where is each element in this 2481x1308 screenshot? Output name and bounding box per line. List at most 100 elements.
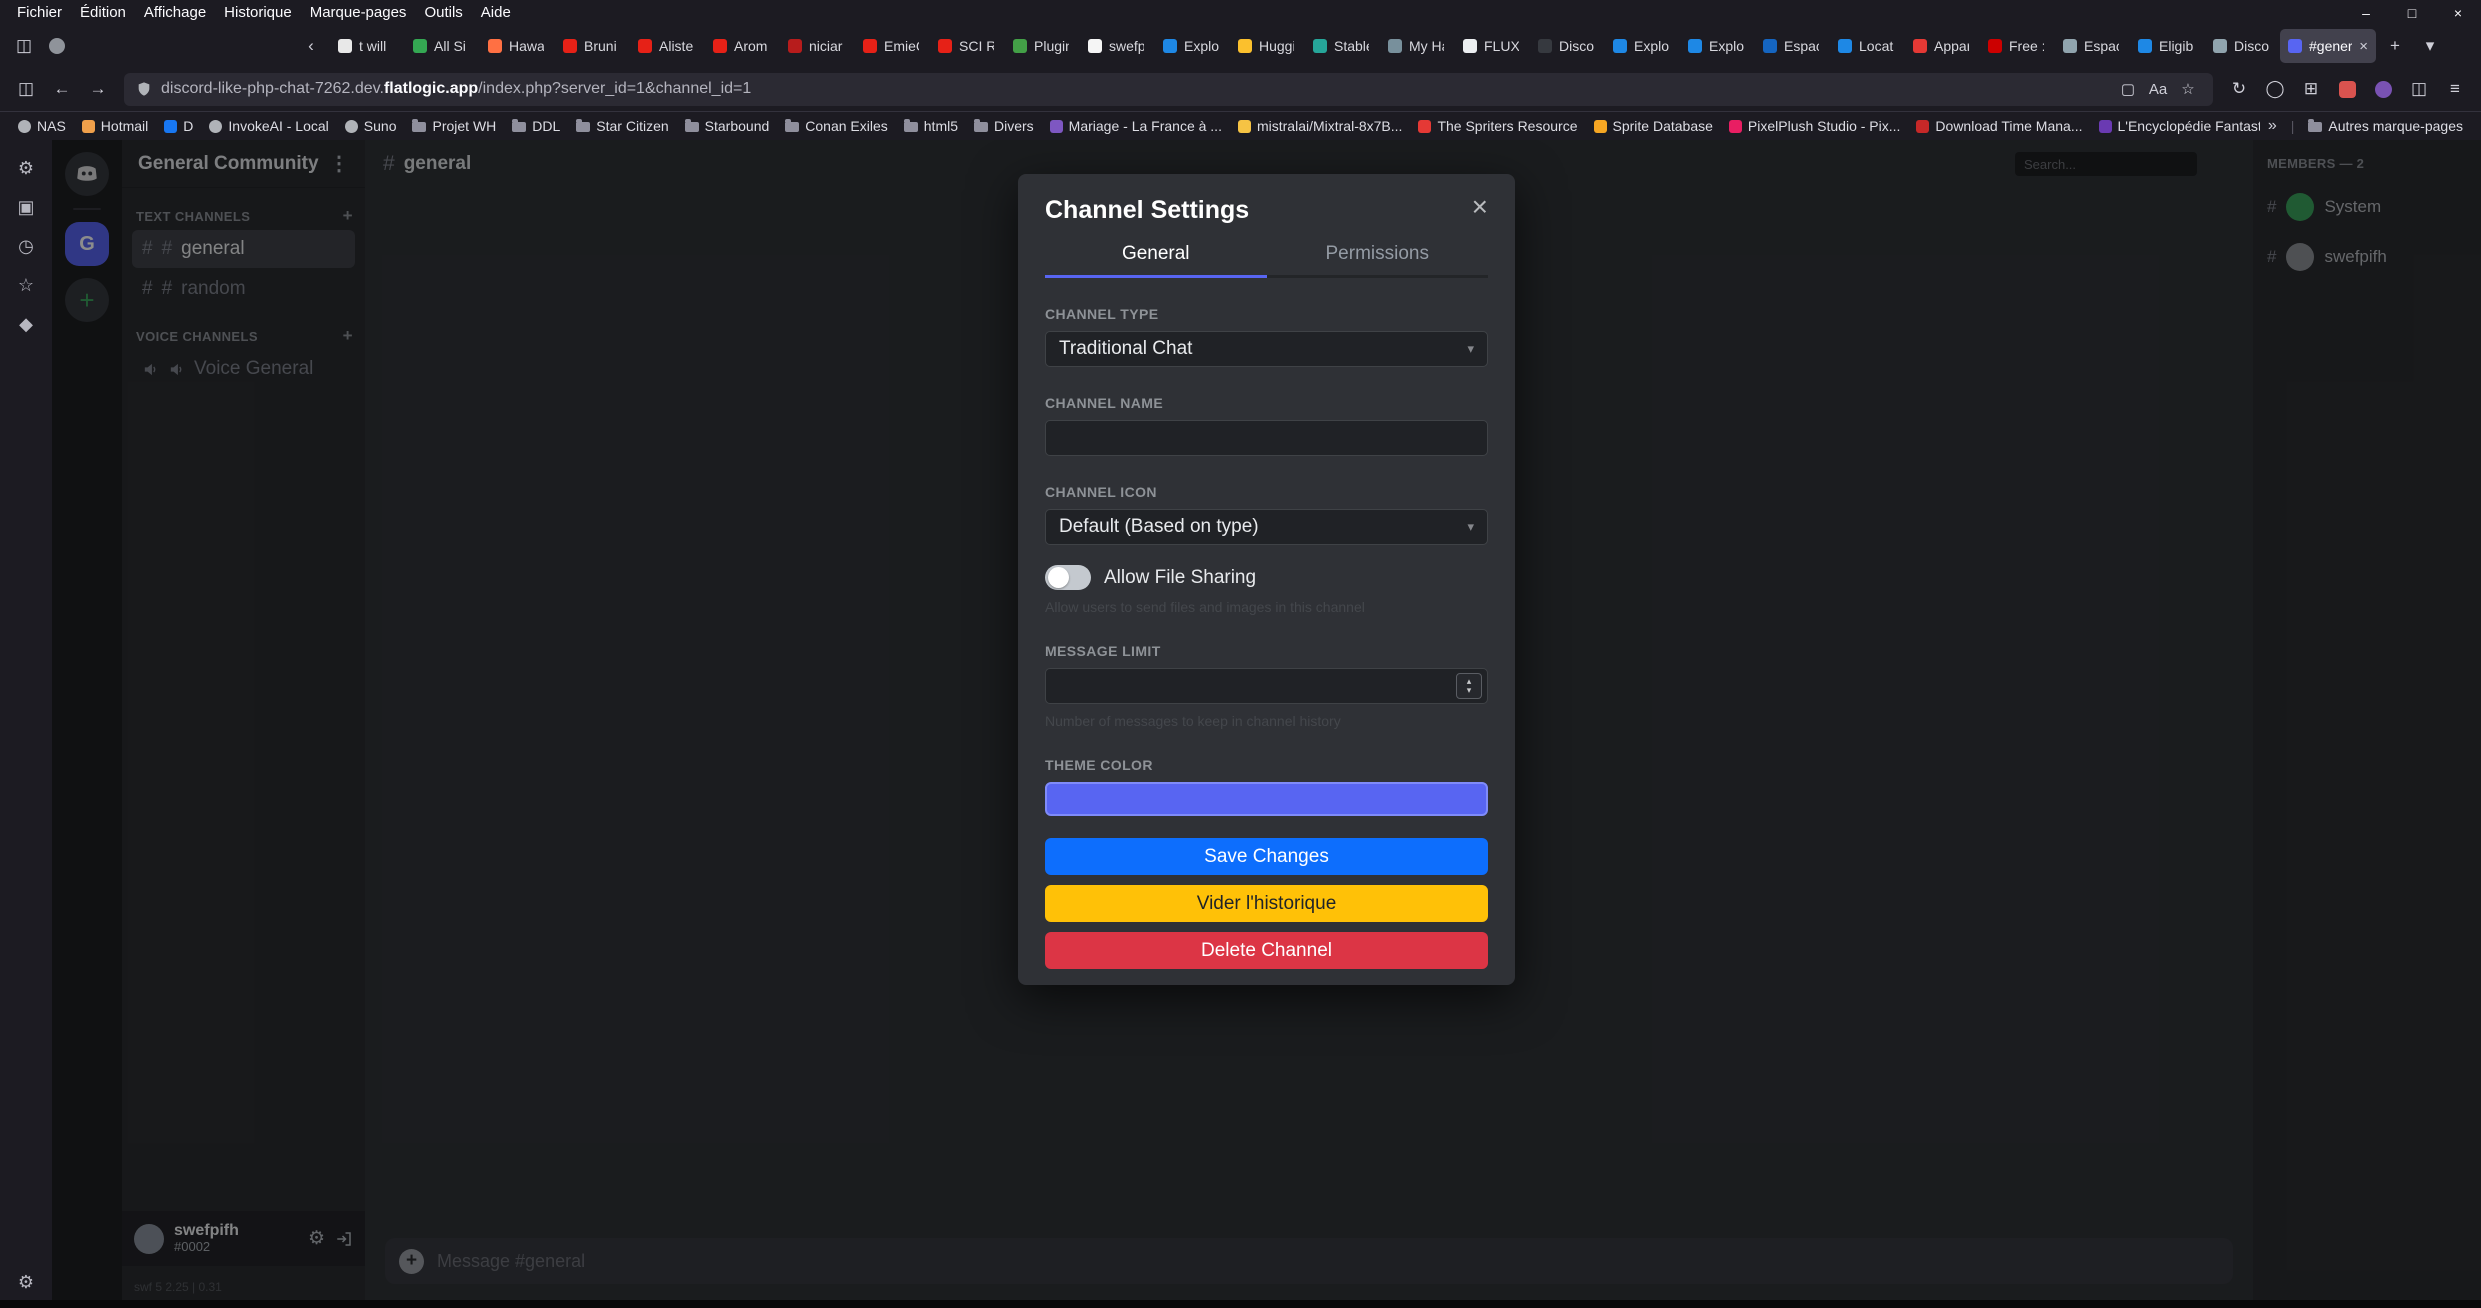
browser-tab[interactable]: niciar — [780, 29, 852, 63]
menu-marque-pages[interactable]: Marque-pages — [301, 4, 416, 21]
account-icon[interactable]: ◯ — [2259, 73, 2291, 105]
bookmark-folder-ddl[interactable]: DDL — [504, 115, 568, 137]
theme-color-input[interactable] — [1045, 782, 1488, 816]
channel-type-select[interactable]: Traditional Chat ▾ — [1045, 331, 1488, 367]
extensions-icon[interactable]: ⊞ — [2295, 73, 2327, 105]
menu-affichage[interactable]: Affichage — [135, 4, 215, 21]
browser-tab[interactable]: Espace ab — [2055, 29, 2127, 63]
adblock-extension-icon[interactable] — [2339, 81, 2356, 98]
browser-tab[interactable]: Explo — [1680, 29, 1752, 63]
browser-tab[interactable]: Huggi — [1230, 29, 1302, 63]
forward-icon[interactable]: → — [82, 73, 114, 105]
browser-tab[interactable]: Appar — [1905, 29, 1977, 63]
browser-tab[interactable]: FLUX. — [1455, 29, 1527, 63]
browser-tab[interactable]: Locati — [1830, 29, 1902, 63]
bookmark-folder-html5[interactable]: html5 — [896, 115, 966, 137]
settings-icon[interactable]: ⚙ — [14, 156, 38, 180]
scroll-tabs-left-icon[interactable]: ‹ — [295, 30, 327, 62]
browser-tab[interactable]: Free : — [1980, 29, 2052, 63]
bookmark-mistralai-mixtral-8x7b[interactable]: mistralai/Mixtral-8x7B... — [1230, 115, 1410, 137]
close-button[interactable]: × — [2435, 0, 2481, 25]
number-spinner[interactable]: ▴▾ — [1456, 673, 1482, 699]
purple-extension-icon-wrap[interactable] — [2367, 73, 2399, 105]
browser-tab-active[interactable]: #gener× — [2280, 29, 2376, 63]
browser-tab[interactable]: Plugin — [1005, 29, 1077, 63]
browser-tab[interactable]: Disco — [2205, 29, 2277, 63]
tab-close-icon[interactable]: × — [2359, 38, 2368, 55]
tab-permissions[interactable]: Permissions — [1267, 243, 1489, 278]
browser-tab[interactable]: Explo — [1605, 29, 1677, 63]
menu-fichier[interactable]: Fichier — [8, 4, 71, 21]
translate-icon[interactable]: Aa — [2145, 76, 2171, 102]
list-all-tabs-icon[interactable]: ▾ — [2414, 30, 2446, 62]
picture-in-picture-icon[interactable]: ▢ — [2115, 76, 2141, 102]
bookmark-invokeai-local[interactable]: InvokeAI - Local — [201, 115, 336, 137]
bookmark-d[interactable]: D — [156, 115, 201, 137]
bookmark-nas[interactable]: NAS — [10, 115, 74, 137]
browser-tab[interactable]: Eligib — [2130, 29, 2202, 63]
maximize-button[interactable]: □ — [2389, 0, 2435, 25]
bookmark-folder-star-citizen[interactable]: Star Citizen — [568, 115, 676, 137]
browser-tab[interactable]: All Si — [405, 29, 477, 63]
bookmark-download-time-mana[interactable]: Download Time Mana... — [1908, 115, 2090, 137]
firefox-view-button[interactable]: ◫ — [8, 30, 40, 62]
bookmark-l-encyclop-die-fantast[interactable]: L'Encyclopédie Fantast... — [2091, 115, 2260, 137]
history-icon[interactable]: ◷ — [14, 234, 38, 258]
sidebar-toggle-icon[interactable]: ◫ — [10, 73, 42, 105]
channel-icon-select[interactable]: Default (Based on type) ▾ — [1045, 509, 1488, 545]
channel-name-input[interactable] — [1045, 420, 1488, 456]
menu-dition[interactable]: Édition — [71, 4, 135, 21]
minimize-button[interactable]: – — [2343, 0, 2389, 25]
bookmark-the-spriters-resource[interactable]: The Spriters Resource — [1410, 115, 1585, 137]
browser-tab[interactable]: swefp — [1080, 29, 1152, 63]
menu-outils[interactable]: Outils — [415, 4, 471, 21]
menu-aide[interactable]: Aide — [472, 4, 520, 21]
close-icon[interactable]: × — [1472, 196, 1488, 218]
bookmarks-icon[interactable]: ☆ — [14, 273, 38, 297]
bookmarks-overflow-chevron[interactable]: » — [2260, 117, 2285, 135]
delete-channel-button[interactable]: Delete Channel — [1045, 932, 1488, 969]
browser-tab[interactable]: Espace cli — [1755, 29, 1827, 63]
bookmark-sprite-database[interactable]: Sprite Database — [1586, 115, 1721, 137]
purple-extension-icon[interactable] — [2375, 81, 2392, 98]
screenshot-icon[interactable]: ▣ — [14, 195, 38, 219]
bookmark-pixelplush-studio-pix[interactable]: PixelPlush Studio - Pix... — [1721, 115, 1909, 137]
new-tab-button[interactable]: + — [2379, 30, 2411, 62]
file-sharing-toggle[interactable] — [1045, 565, 1091, 590]
tab-general[interactable]: General — [1045, 243, 1267, 278]
message-limit-input[interactable] — [1059, 675, 1456, 697]
bookmark-folder-starbound[interactable]: Starbound — [677, 115, 778, 137]
reload-icon[interactable]: ↻ — [2223, 73, 2255, 105]
browser-tab[interactable]: Arom — [705, 29, 777, 63]
browser-tab[interactable]: Alister — [630, 29, 702, 63]
pinned-tab-globe-icon[interactable] — [49, 38, 65, 54]
sidebars-icon[interactable]: ◫ — [2403, 73, 2435, 105]
bookmark-hotmail[interactable]: Hotmail — [74, 115, 156, 137]
tracking-protection-icon[interactable] — [136, 81, 152, 97]
bookmark-folder-projet-wh[interactable]: Projet WH — [404, 115, 504, 137]
adblock-extension-icon-wrap[interactable] — [2331, 73, 2363, 105]
browser-tab[interactable]: Hawa — [480, 29, 552, 63]
url-bar[interactable]: discord-like-php-chat-7262.dev.flatlogic… — [124, 73, 2213, 106]
browser-tab[interactable]: Bruni — [555, 29, 627, 63]
browser-tab[interactable]: My Ha — [1380, 29, 1452, 63]
clear-history-button[interactable]: Vider l'historique — [1045, 885, 1488, 922]
browser-tab[interactable]: SCI Ri — [930, 29, 1002, 63]
menu-historique[interactable]: Historique — [215, 4, 301, 21]
extensions-icon[interactable]: ◆ — [14, 312, 38, 336]
bookmark-folder-conan-exiles[interactable]: Conan Exiles — [777, 115, 896, 137]
save-changes-button[interactable]: Save Changes — [1045, 838, 1488, 875]
back-icon[interactable]: ← — [46, 73, 78, 105]
settings-gear-icon[interactable]: ⚙ — [14, 1270, 38, 1294]
app-menu-icon[interactable]: ≡ — [2439, 73, 2471, 105]
browser-tab[interactable]: EmieO — [855, 29, 927, 63]
browser-tab[interactable]: Disco — [1530, 29, 1602, 63]
other-bookmarks-button[interactable]: Autres marque-pages — [2300, 115, 2471, 137]
bookmark-folder-divers[interactable]: Divers — [966, 115, 1042, 137]
bookmark-mariage-la-france[interactable]: Mariage - La France à ... — [1042, 115, 1230, 137]
browser-tab[interactable]: Stable — [1305, 29, 1377, 63]
browser-tab[interactable]: Explo — [1155, 29, 1227, 63]
bookmark-star-icon[interactable]: ☆ — [2175, 76, 2201, 102]
browser-tab[interactable]: t will — [330, 29, 402, 63]
bookmark-suno[interactable]: Suno — [337, 115, 405, 137]
